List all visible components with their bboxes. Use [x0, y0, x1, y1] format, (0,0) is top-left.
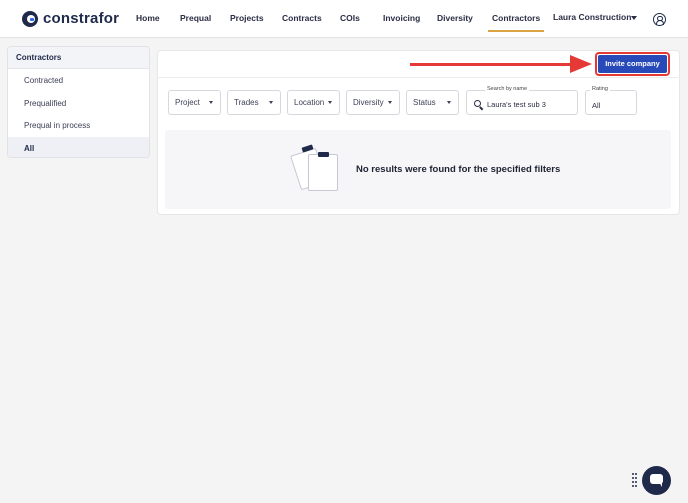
nav-contracts[interactable]: Contracts [282, 13, 322, 23]
grip-icon[interactable] [632, 473, 638, 489]
company-selector[interactable]: Laura Construction [553, 12, 631, 22]
sidebar-item-prequalified[interactable]: Prequalified [8, 92, 149, 115]
nav-prequal[interactable]: Prequal [180, 13, 211, 23]
empty-results-message: No results were found for the specified … [356, 164, 561, 175]
search-icon [474, 100, 481, 107]
nav-projects[interactable]: Projects [230, 13, 264, 23]
invite-company-button[interactable]: Invite company [598, 55, 667, 73]
sidebar-item-prequal-in-process[interactable]: Prequal in process [8, 114, 149, 137]
annotation-arrow-head [570, 55, 592, 73]
panel-divider [157, 77, 680, 78]
chevron-down-icon [447, 101, 451, 104]
annotation-arrow [410, 63, 572, 66]
filter-location[interactable]: Location [287, 90, 340, 115]
chat-icon [650, 474, 663, 487]
constrafor-logo[interactable]: constrafor [22, 10, 119, 27]
constrafor-logo-icon [22, 10, 38, 27]
contractors-sidebar: Contractors Contracted Prequalified Preq… [7, 46, 150, 158]
filter-project-label: Project [175, 98, 200, 107]
filter-diversity[interactable]: Diversity [346, 90, 400, 115]
brand-name: constrafor [43, 10, 120, 27]
nav-invoicing[interactable]: Invoicing [383, 13, 420, 23]
sidebar-item-contracted[interactable]: Contracted [8, 69, 149, 92]
top-navigation-bar: constrafor Home Prequal Projects Contrac… [0, 0, 688, 38]
clipboard-clip-front [318, 152, 329, 157]
search-input-label: Search by name [485, 86, 530, 92]
chevron-down-icon[interactable] [631, 16, 637, 20]
filter-trades[interactable]: Trades [227, 90, 281, 115]
nav-cois[interactable]: COIs [340, 13, 360, 23]
filter-diversity-label: Diversity [353, 98, 384, 107]
chevron-down-icon [269, 101, 273, 104]
search-input-value[interactable]: Laura's test sub 3 [487, 100, 546, 109]
clipboard-document-front [308, 154, 338, 191]
chevron-down-icon [209, 101, 213, 104]
nav-home[interactable]: Home [136, 13, 160, 23]
rating-select-label: Rating [590, 86, 610, 92]
filter-trades-label: Trades [234, 98, 259, 107]
filter-location-label: Location [294, 98, 325, 107]
nav-diversity[interactable]: Diversity [437, 13, 473, 23]
filter-status[interactable]: Status [406, 90, 459, 115]
chevron-down-icon [328, 101, 332, 104]
nav-contractors[interactable]: Contractors [487, 13, 545, 32]
search-input[interactable]: Search by name Laura's test sub 3 [466, 86, 578, 115]
rating-select-value: All [592, 101, 601, 110]
account-circle-icon[interactable] [653, 13, 666, 26]
sidebar-item-all[interactable]: All [8, 136, 149, 157]
sidebar-heading: Contractors [8, 47, 149, 69]
chevron-down-icon [388, 101, 392, 104]
filter-status-label: Status [413, 98, 436, 107]
rating-select[interactable]: Rating All [585, 86, 637, 115]
filter-project[interactable]: Project [168, 90, 221, 115]
